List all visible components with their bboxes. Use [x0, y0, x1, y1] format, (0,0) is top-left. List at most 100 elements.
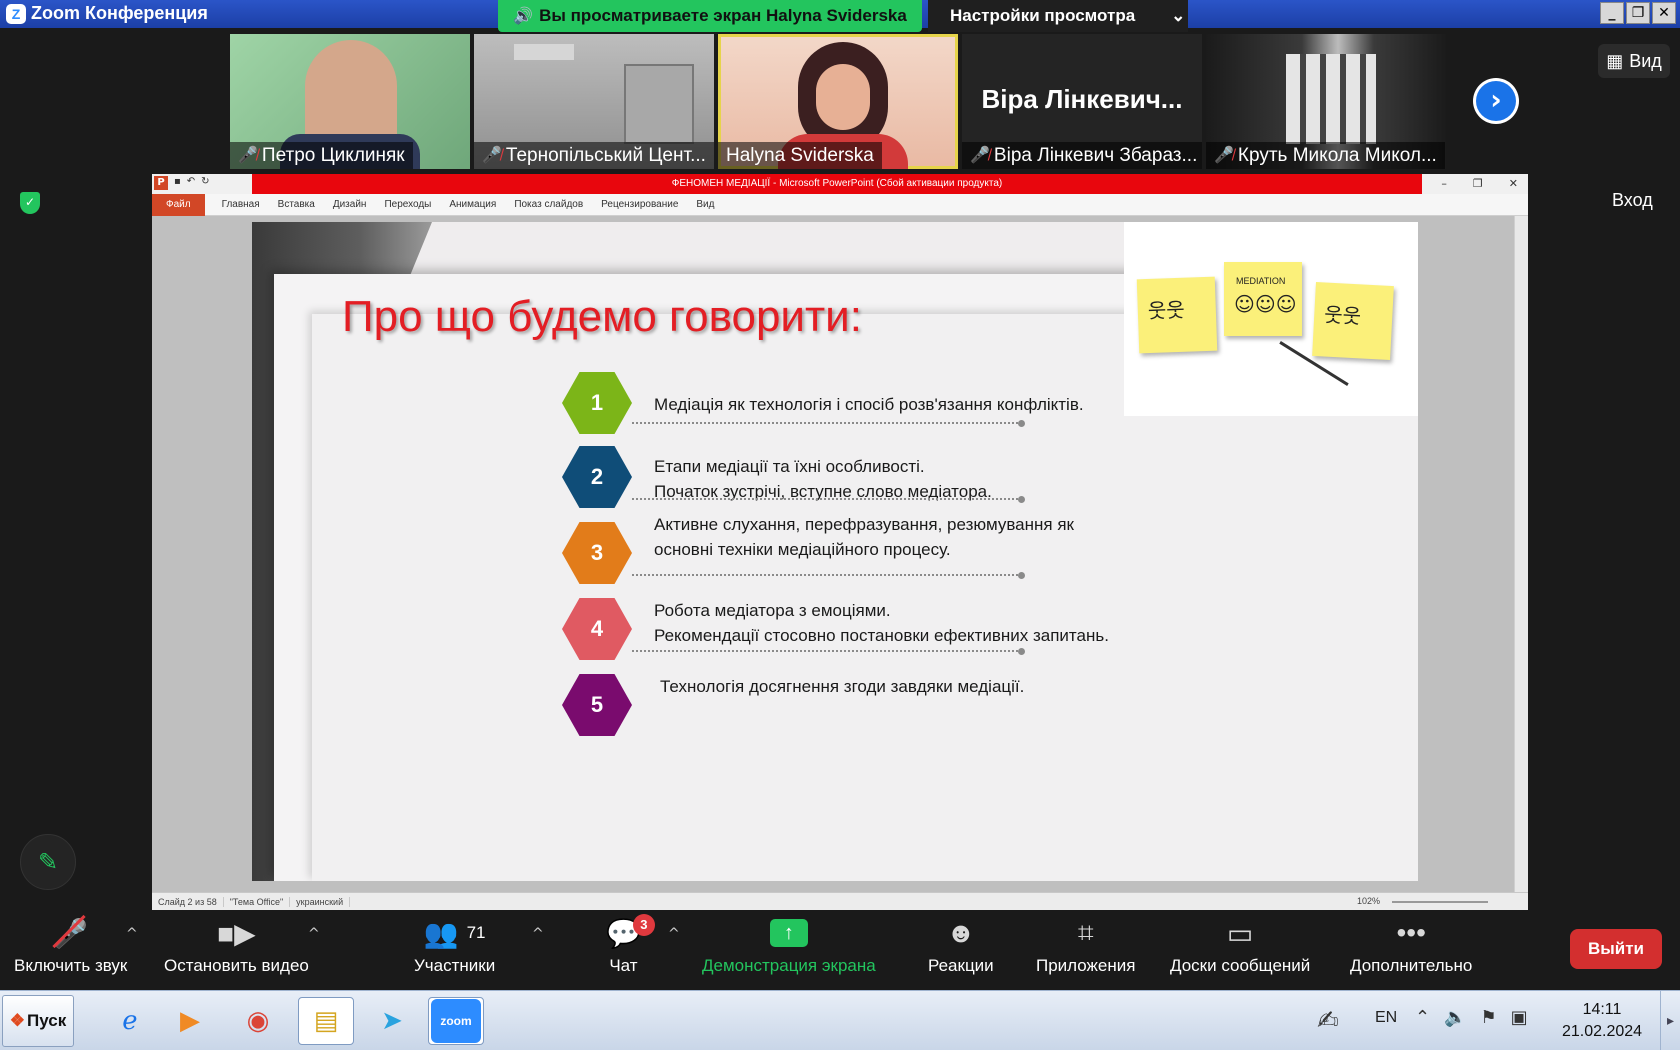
- agenda-text: Технологія досягнення згоди завдяки меді…: [660, 677, 1025, 696]
- next-page-button[interactable]: ›: [1473, 78, 1519, 124]
- ppt-vertical-scrollbar[interactable]: [1514, 216, 1528, 892]
- ppt-zoom-level[interactable]: 102%: [1357, 896, 1380, 906]
- apps-label: Приложения: [1036, 956, 1136, 975]
- taskbar-clock[interactable]: 14:11 21.02.2024: [1556, 999, 1648, 1043]
- participant-label: Halyna Sviderska: [718, 142, 882, 169]
- agenda-text: Активне слухання, перефразування, резюму…: [654, 515, 1074, 559]
- agenda-divider: [632, 574, 1022, 576]
- whiteboards-button[interactable]: ▭ Доски сообщений: [1170, 910, 1310, 990]
- folder-icon: ▤: [313, 1006, 339, 1036]
- ppt-tab-animation[interactable]: Анимация: [440, 199, 505, 210]
- annotate-pencil-button[interactable]: ✎: [20, 834, 76, 890]
- login-button[interactable]: Вход: [1612, 190, 1653, 211]
- participants-options-caret[interactable]: ^: [532, 926, 544, 942]
- view-button[interactable]: ▦ Вид: [1598, 44, 1670, 78]
- participant-label: 🎤̸ Віра Лінкевич Збараз...: [962, 142, 1202, 169]
- ppt-tab-view[interactable]: Вид: [687, 199, 723, 210]
- leave-meeting-button[interactable]: Выйти: [1570, 929, 1662, 969]
- chat-label: Чат: [609, 956, 638, 975]
- viewing-banner: 🔊 Вы просматриваете экран Halyna Sviders…: [498, 0, 922, 32]
- participant-tile-active[interactable]: Halyna Sviderska: [718, 34, 958, 169]
- more-label: Дополнительно: [1350, 956, 1473, 975]
- ppt-tab-review[interactable]: Рецензирование: [592, 199, 687, 210]
- media-player-icon: ▶: [180, 1006, 200, 1036]
- people-sketch-icon: 웃웃: [1147, 297, 1186, 324]
- taskbar-explorer[interactable]: ▤: [298, 997, 354, 1045]
- chat-icon: 💬 3: [606, 910, 655, 956]
- participant-tile[interactable]: 🎤̸ Круть Микола Микол...: [1206, 34, 1446, 169]
- pencil-icon: ✎: [37, 848, 59, 876]
- undo-icon[interactable]: ↶: [187, 176, 195, 190]
- restore-button[interactable]: ❐: [1626, 2, 1650, 24]
- people-sketch-icon: 웃웃: [1323, 302, 1362, 329]
- network-icon[interactable]: ▣: [1511, 1007, 1528, 1028]
- participant-tile[interactable]: 🎤̸ Петро Циклиняк: [230, 34, 470, 169]
- agenda-divider-dot: [1018, 648, 1025, 655]
- taskbar-internet-explorer[interactable]: ℯ: [102, 997, 158, 1045]
- shared-screen: P ▪ ↶ ↻ ФЕНОМЕН МЕДІАЦІЇ - Microsoft Pow…: [152, 174, 1528, 910]
- ppt-tab-design[interactable]: Дизайн: [324, 199, 376, 210]
- view-settings-label: Настройки просмотра: [950, 6, 1136, 25]
- shield-icon[interactable]: ✓: [20, 192, 40, 214]
- action-center-flag-icon[interactable]: ⚑: [1481, 1007, 1497, 1028]
- whiteboards-label: Доски сообщений: [1170, 956, 1311, 975]
- taskbar-zoom[interactable]: zoom: [428, 997, 484, 1045]
- volume-icon[interactable]: 🔈: [1444, 1007, 1466, 1028]
- mic-muted-icon: 🎤: [52, 910, 88, 956]
- view-settings-button[interactable]: Настройки просмотра ⌄: [928, 0, 1188, 32]
- agenda-divider-dot: [1018, 572, 1025, 579]
- ppt-minimize-button[interactable]: –: [1441, 174, 1447, 194]
- chat-options-caret[interactable]: ^: [668, 926, 680, 942]
- apps-button[interactable]: ⌗ Приложения: [1036, 910, 1135, 990]
- ppt-tab-home[interactable]: Главная: [213, 199, 269, 210]
- unmute-button[interactable]: 🎤 Включить звук: [14, 910, 127, 990]
- ppt-tab-transitions[interactable]: Переходы: [375, 199, 440, 210]
- video-options-caret[interactable]: ^: [308, 926, 320, 942]
- speaker-icon: 🔊: [513, 8, 534, 25]
- taskbar-pen-tool[interactable]: ✍: [1300, 997, 1356, 1045]
- show-desktop-button[interactable]: ▸: [1660, 991, 1680, 1050]
- ppt-tab-file[interactable]: Файл: [152, 193, 205, 216]
- reactions-label: Реакции: [928, 956, 994, 975]
- ppt-tab-insert[interactable]: Вставка: [269, 199, 324, 210]
- wall-board: [624, 64, 694, 144]
- ppt-close-button[interactable]: ✕: [1509, 174, 1518, 194]
- audio-options-caret[interactable]: ^: [126, 926, 138, 942]
- ppt-title-bar: P ▪ ↶ ↻ ФЕНОМЕН МЕДІАЦІЇ - Microsoft Pow…: [152, 174, 1528, 194]
- tray-expand-icon[interactable]: ⌃: [1415, 1007, 1430, 1028]
- ppt-window-controls: – ❐ ✕: [1441, 174, 1518, 194]
- close-button[interactable]: ✕: [1652, 2, 1676, 24]
- chevron-right-icon: ›: [1476, 81, 1516, 121]
- participant-strip: 🎤̸ Петро Циклиняк 🎤̸ Тернопільський Цент..…: [230, 34, 1446, 169]
- participant-name-placeholder: Віра Лінкевич...: [981, 84, 1183, 114]
- ppt-zoom-slider[interactable]: [1392, 901, 1488, 903]
- chat-button[interactable]: 💬 3 Чат: [606, 910, 655, 990]
- participants-count: 71: [466, 923, 486, 942]
- taskbar-chrome[interactable]: ◉: [230, 997, 286, 1045]
- viewing-banner-text: Вы просматриваете экран Halyna Sviderska: [539, 6, 907, 25]
- zoom-app-icon: zoom: [431, 999, 481, 1043]
- start-button[interactable]: ❖ Пуск: [2, 995, 74, 1047]
- participants-button[interactable]: 👥 71 Участники: [414, 910, 495, 990]
- reactions-button[interactable]: ☻ Реакции: [928, 910, 994, 990]
- telegram-icon: ➤: [381, 1006, 403, 1036]
- redo-icon[interactable]: ↻: [201, 176, 209, 190]
- taskbar-media-player[interactable]: ▶: [162, 997, 218, 1045]
- minimize-button[interactable]: _: [1600, 2, 1624, 24]
- more-button[interactable]: ••• Дополнительно: [1350, 910, 1472, 990]
- ppt-tab-slideshow[interactable]: Показ слайдов: [505, 199, 592, 210]
- language-indicator[interactable]: EN: [1375, 1009, 1397, 1027]
- stop-video-button[interactable]: ■▶ Остановить видео: [164, 910, 309, 990]
- taskbar-telegram[interactable]: ➤: [364, 997, 420, 1045]
- participant-tile[interactable]: 🎤̸ Тернопільський Цент...: [474, 34, 714, 169]
- ppt-restore-button[interactable]: ❐: [1473, 174, 1483, 194]
- share-screen-button[interactable]: ↑ Демонстрация экрана: [702, 910, 876, 990]
- chevron-down-icon: ⌄: [1171, 6, 1186, 25]
- participants-icon: 👥 71: [423, 917, 486, 949]
- sticky-note: 웃웃: [1312, 282, 1394, 360]
- mic-muted-icon: 🎤̸: [238, 147, 258, 164]
- ppt-ribbon-tabs: Файл Главная Вставка Дизайн Переходы Ани…: [152, 193, 1528, 216]
- participant-tile[interactable]: Віра Лінкевич... 🎤̸ Віра Лінкевич Збараз.…: [962, 34, 1202, 169]
- window-bars: [1286, 54, 1376, 144]
- save-icon[interactable]: ▪: [174, 176, 181, 190]
